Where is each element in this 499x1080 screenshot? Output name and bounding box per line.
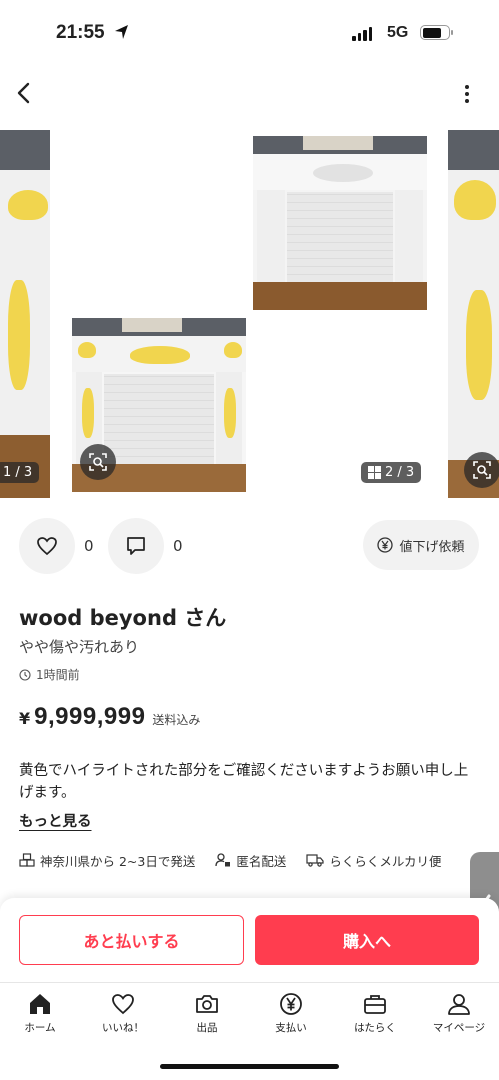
- comment-button[interactable]: [108, 518, 164, 574]
- zoom-lens-icon-right[interactable]: [464, 452, 499, 488]
- shipping-origin: 神奈川県から 2~3日で発送: [19, 851, 195, 870]
- image-gallery[interactable]: 1 / 3 2 / 3: [0, 128, 499, 500]
- like-count: 0: [84, 537, 94, 555]
- comment-icon: [127, 537, 145, 555]
- heart-outline-icon: [112, 994, 134, 1015]
- tab-payment-label: 支払い: [275, 1022, 307, 1034]
- battery-icon: [420, 25, 453, 40]
- buy-button[interactable]: 購入へ: [255, 915, 479, 965]
- shipping-method: らくらくメルカリ便: [306, 851, 442, 870]
- posted-time: 1時間前: [19, 666, 80, 683]
- location-arrow-icon: [115, 25, 128, 39]
- yen-circle-icon: [377, 537, 394, 553]
- price-request-button[interactable]: 値下げ依頼: [363, 520, 479, 570]
- truck-icon: [306, 854, 324, 867]
- top-nav: [0, 70, 499, 120]
- item-condition: やや傷や汚れあり: [19, 638, 140, 656]
- heart-icon: [37, 537, 57, 556]
- purchase-bar: あと払いする 購入へ: [0, 898, 499, 982]
- home-icon: [30, 994, 50, 1014]
- anonymous-person-icon: [215, 853, 231, 867]
- image-counter-text: 1 / 3: [3, 465, 33, 480]
- signal-icon: [352, 27, 372, 41]
- tab-sell-label: 出品: [196, 1022, 218, 1034]
- tab-home-label: ホーム: [24, 1022, 56, 1034]
- pay-later-button[interactable]: あと払いする: [19, 915, 244, 965]
- product-image-3[interactable]: [253, 136, 427, 310]
- show-more-link[interactable]: もっと見る: [19, 810, 92, 831]
- item-actions: 0 0 値下げ依頼: [0, 518, 499, 574]
- network-type: 5G: [387, 24, 409, 41]
- tab-payment[interactable]: 支払い: [251, 991, 331, 1035]
- price-request-label: 値下げ依頼: [399, 539, 465, 555]
- briefcase-icon: [364, 995, 386, 1014]
- yen-icon: [280, 993, 302, 1015]
- grid-icon: [368, 466, 381, 479]
- anonymous-shipping-text: 匿名配送: [236, 853, 287, 869]
- more-options-icon[interactable]: [456, 80, 478, 108]
- product-image-1[interactable]: 1 / 3: [0, 130, 50, 498]
- seller-name: wood beyond さん: [19, 606, 227, 630]
- image-counter-badge-right: 2 / 3: [361, 462, 422, 483]
- item-description: 黄色でハイライトされた部分をご確認くださいますようお願い申し上げます。: [19, 763, 469, 801]
- tab-mypage-label: マイページ: [432, 1022, 486, 1034]
- product-image-2[interactable]: [72, 318, 246, 492]
- camera-icon: [196, 995, 218, 1013]
- image-counter-badge: 1 / 3: [0, 462, 40, 483]
- tab-work-label: はたらく: [354, 1022, 396, 1034]
- status-bar: 21:55 5G: [0, 0, 499, 66]
- home-indicator: [160, 1064, 339, 1069]
- comment-count: 0: [173, 537, 183, 555]
- shipping-included: 送料込み: [152, 713, 201, 727]
- clock-icon: [19, 668, 31, 681]
- tab-work[interactable]: はたらく: [335, 991, 415, 1035]
- tab-likes-label: いいね！: [102, 1022, 144, 1034]
- tab-sell[interactable]: 出品: [167, 991, 247, 1035]
- tab-mypage[interactable]: マイページ: [419, 991, 499, 1035]
- price-value: 9,999,999: [34, 703, 146, 730]
- zoom-lens-icon[interactable]: [80, 444, 116, 480]
- shipping-origin-text: 神奈川県から 2~3日で発送: [40, 853, 196, 869]
- tab-home[interactable]: ホーム: [0, 991, 80, 1035]
- shipping-info: 神奈川県から 2~3日で発送 匿名配送 らくらくメルカリ便: [19, 849, 489, 871]
- currency-symbol: ¥: [19, 709, 31, 728]
- back-chevron-icon[interactable]: [10, 78, 40, 108]
- tab-likes[interactable]: いいね！: [83, 991, 163, 1035]
- shipping-method-text: らくらくメルカリ便: [329, 853, 442, 869]
- image-counter-text-right: 2 / 3: [385, 465, 415, 480]
- boxes-icon: [19, 853, 35, 867]
- like-button[interactable]: [19, 518, 75, 574]
- posted-time-text: 1時間前: [36, 668, 80, 682]
- anonymous-shipping: 匿名配送: [215, 851, 286, 870]
- status-time: 21:55: [56, 22, 105, 43]
- product-image-4[interactable]: [448, 130, 499, 498]
- item-price: ¥ 9,999,999 送料込み: [19, 703, 200, 731]
- person-icon: [448, 994, 470, 1015]
